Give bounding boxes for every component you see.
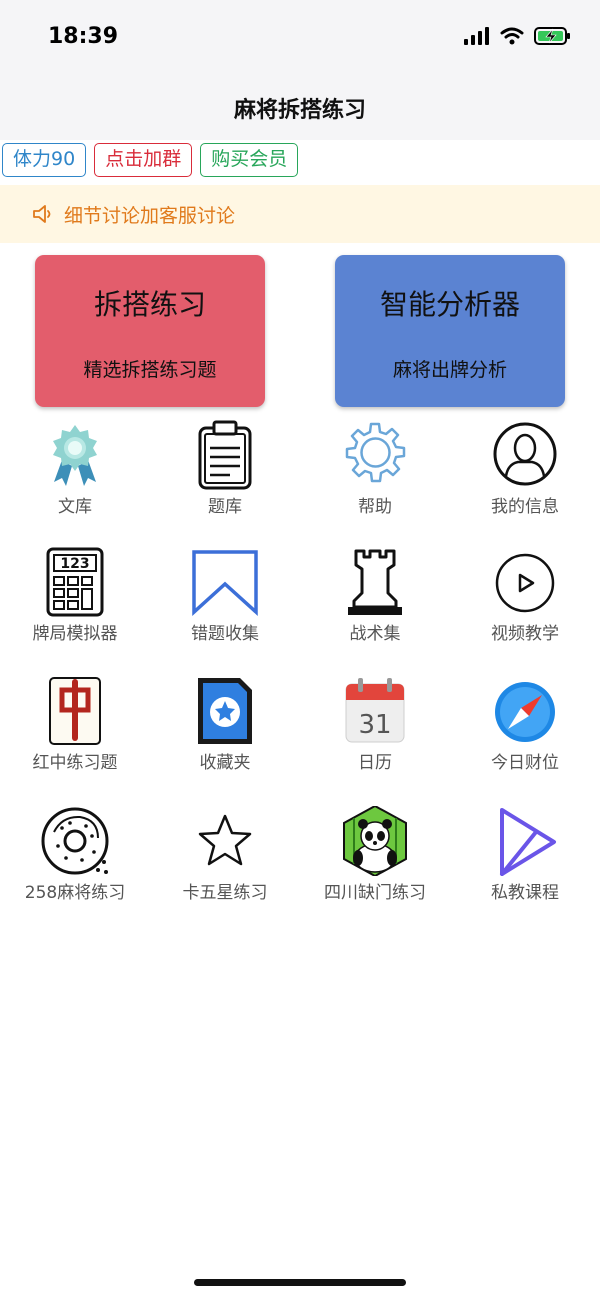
join-group-button[interactable]: 点击加群 xyxy=(94,143,193,177)
grid-item-question-bank[interactable]: 题库 xyxy=(150,420,300,530)
donut-icon xyxy=(41,807,109,875)
grid-item-video-lessons[interactable]: 视频教学 xyxy=(450,547,600,657)
grid-item-favorites[interactable]: 收藏夹 xyxy=(150,676,300,786)
grid-item-label: 错题收集 xyxy=(191,624,259,644)
award-ribbon-icon xyxy=(53,425,97,486)
stamina-chip[interactable]: 体力90 xyxy=(2,143,87,177)
practice-card[interactable]: 拆搭练习 精选拆搭练习题 xyxy=(35,255,265,407)
star-file-icon xyxy=(198,678,252,744)
clipboard-icon xyxy=(198,420,252,490)
speaker-icon xyxy=(33,205,51,223)
card-title: 拆搭练习 xyxy=(93,288,206,321)
grid-item-fortune[interactable]: 今日财位 xyxy=(450,676,600,786)
grid-item-sichuan-practice[interactable]: 四川缺门练习 xyxy=(300,806,450,916)
wifi-icon xyxy=(500,27,524,45)
grid-item-calendar[interactable]: 31 日历 xyxy=(300,676,450,786)
grid-item-label: 帮助 xyxy=(358,497,392,517)
status-bar: 18:39 xyxy=(0,0,600,78)
grid-item-tactics[interactable]: 战术集 xyxy=(300,547,450,657)
card-title: 智能分析器 xyxy=(379,288,520,321)
mahjong-red-dragon-icon xyxy=(49,677,101,745)
grid-item-label: 战术集 xyxy=(349,624,401,644)
grid-item-my-info[interactable]: 我的信息 xyxy=(450,420,600,530)
grid-item-label: 文库 xyxy=(58,497,92,517)
send-arrow-icon xyxy=(500,808,556,876)
grid-item-wrong-answers[interactable]: 错题收集 xyxy=(150,547,300,657)
panda-icon xyxy=(343,806,407,876)
grid-item-simulator[interactable]: 123 牌局模拟器 xyxy=(0,547,150,657)
card-subtitle: 精选拆搭练习题 xyxy=(83,359,217,381)
gear-icon xyxy=(345,422,406,483)
svg-text:123: 123 xyxy=(60,556,89,572)
grid-item-258-practice[interactable]: 258麻将练习 xyxy=(0,806,150,916)
chess-rook-icon xyxy=(348,549,402,615)
grid-item-help[interactable]: 帮助 xyxy=(300,420,450,530)
card-subtitle: 麻将出牌分析 xyxy=(392,359,507,381)
grid-item-label: 题库 xyxy=(208,497,242,517)
grid-item-label: 我的信息 xyxy=(491,497,559,517)
user-avatar-icon xyxy=(493,422,557,486)
grid-item-ka-wu-xing[interactable]: 卡五星练习 xyxy=(150,806,300,916)
notice-text: 细节讨论加客服讨论 xyxy=(64,204,236,227)
grid-item-label: 日历 xyxy=(358,753,392,773)
star-outline-icon xyxy=(198,814,252,866)
bookmark-icon xyxy=(192,550,258,616)
grid-item-red-dragon-practice[interactable]: 红中练习题 xyxy=(0,676,150,786)
grid-item-label: 收藏夹 xyxy=(199,753,251,773)
status-time: 18:39 xyxy=(48,24,119,49)
buy-membership-button[interactable]: 购买会员 xyxy=(200,143,299,177)
grid-item-label: 四川缺门练习 xyxy=(324,883,426,903)
action-chips: 体力90 点击加群 购买会员 xyxy=(2,143,299,177)
status-icons xyxy=(464,26,572,46)
analyzer-card[interactable]: 智能分析器 麻将出牌分析 xyxy=(335,255,565,407)
page-title: 麻将拆搭练习 xyxy=(233,98,366,123)
grid-item-label: 牌局模拟器 xyxy=(32,624,118,644)
grid-item-label: 卡五星练习 xyxy=(182,883,268,903)
compass-icon xyxy=(495,682,555,742)
grid-item-label: 视频教学 xyxy=(491,624,559,644)
grid-item-label: 私教课程 xyxy=(491,883,559,903)
calendar-day: 31 xyxy=(358,710,391,740)
battery-charging-icon xyxy=(534,27,570,45)
home-indicator[interactable] xyxy=(194,1279,406,1286)
calendar-icon: 31 xyxy=(345,678,405,743)
grid-item-library[interactable]: 文库 xyxy=(0,420,150,530)
grid-item-label: 红中练习题 xyxy=(32,753,118,773)
notice-banner[interactable]: 细节讨论加客服讨论 xyxy=(0,185,600,243)
grid-item-label: 258麻将练习 xyxy=(24,883,126,903)
grid-item-private-lessons[interactable]: 私教课程 xyxy=(450,806,600,916)
signal-icon xyxy=(464,27,489,45)
grid-item-label: 今日财位 xyxy=(491,753,559,773)
play-circle-icon xyxy=(495,553,555,613)
navigation-bar: 麻将拆搭练习 xyxy=(0,78,600,140)
calculator-icon: 123 xyxy=(46,547,104,617)
